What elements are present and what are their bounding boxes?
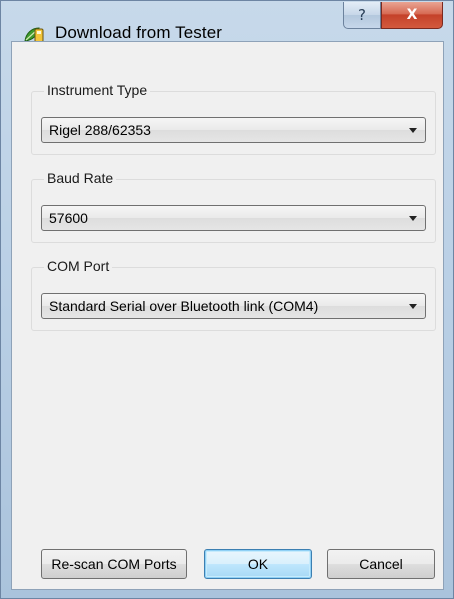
chevron-down-icon [409, 216, 417, 221]
cancel-button[interactable]: Cancel [327, 549, 435, 579]
instrument-type-label: Instrument Type [44, 82, 151, 98]
baud-rate-dropdown[interactable]: 57600 [41, 205, 426, 231]
baud-rate-value: 57600 [49, 210, 88, 226]
help-icon: ? [358, 6, 366, 24]
title-bar[interactable]: Download from Tester ? X [1, 1, 453, 43]
window-title: Download from Tester [55, 23, 223, 42]
chevron-down-icon [409, 304, 417, 309]
dialog-window: Download from Tester ? X Instrument Type… [0, 0, 454, 599]
com-port-label: COM Port [44, 258, 113, 274]
help-button[interactable]: ? [343, 2, 381, 29]
instrument-type-dropdown[interactable]: Rigel 288/62353 [41, 117, 426, 143]
baud-rate-label: Baud Rate [44, 170, 117, 186]
baud-rate-group: Baud Rate 57600 [31, 170, 436, 243]
com-port-dropdown[interactable]: Standard Serial over Bluetooth link (COM… [41, 293, 426, 319]
rescan-com-ports-button[interactable]: Re-scan COM Ports [41, 549, 187, 579]
chevron-down-icon [409, 128, 417, 133]
close-icon: X [406, 7, 418, 23]
ok-button[interactable]: OK [204, 549, 312, 579]
close-button[interactable]: X [381, 2, 443, 29]
instrument-type-group: Instrument Type Rigel 288/62353 [31, 82, 436, 155]
instrument-type-value: Rigel 288/62353 [49, 122, 151, 138]
com-port-value: Standard Serial over Bluetooth link (COM… [49, 298, 319, 314]
com-port-group: COM Port Standard Serial over Bluetooth … [31, 258, 436, 331]
